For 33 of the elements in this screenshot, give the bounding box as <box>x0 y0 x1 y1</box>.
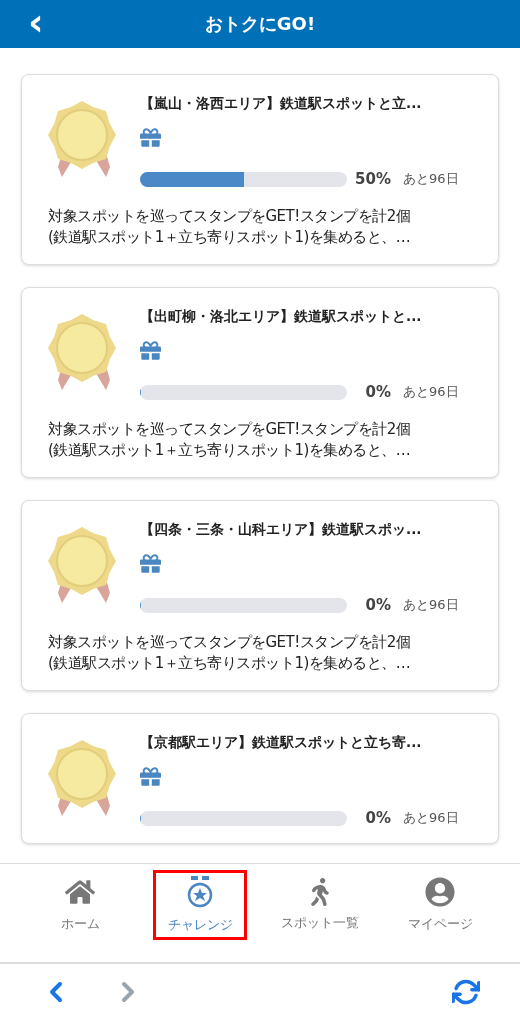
progress-percent: 50% <box>354 170 391 188</box>
challenge-description: 対象スポットを巡ってスタンプをGET!スタンプを計2個 (鉄道駅スポット1＋立ち寄りスポット1)を集めると、… <box>48 206 412 248</box>
medal-icon <box>187 876 213 908</box>
tab-item[interactable]: ホーム <box>33 870 127 940</box>
back-button[interactable]: ‹ <box>28 4 44 40</box>
progress-percent: 0% <box>364 383 391 401</box>
tab-item[interactable]: チャレンジ <box>153 870 247 940</box>
days-remaining: あと96日 <box>403 383 459 401</box>
challenge-card[interactable]: 【嵐山・洛西エリア】鉄道駅スポットと立... 50% あと96日 対象スポットを巡ってスタンプをGET!スタンプを計2個 (鉄道駅スポット1＋立ち寄りスポット1)を集めると、… <box>21 74 499 265</box>
days-remaining: あと96日 <box>403 596 459 614</box>
home-icon <box>65 877 95 907</box>
challenge-card[interactable]: 【京都駅エリア】鉄道駅スポットと立ち寄... 0% あと96日 <box>21 713 499 844</box>
days-remaining: あと96日 <box>403 170 459 188</box>
challenge-description: 対象スポットを巡ってスタンプをGET!スタンプを計2個 (鉄道駅スポット1＋立ち寄りスポット1)を集めると、… <box>48 419 412 461</box>
challenge-card[interactable]: 【出町柳・洛北エリア】鉄道駅スポットと... 0% あと96日 対象スポットを巡ってスタンプをGET!スタンプを計2個 (鉄道駅スポット1＋立ち寄りスポット1)を集めると、… <box>21 287 499 478</box>
user-icon <box>425 877 455 907</box>
reload-button[interactable] <box>452 978 480 1006</box>
tab-item[interactable]: マイページ <box>393 870 487 940</box>
gift-icon <box>140 340 161 361</box>
gift-icon <box>140 553 161 574</box>
tab-item[interactable]: スポット一覧 <box>273 870 367 940</box>
challenge-title: 【出町柳・洛北エリア】鉄道駅スポットと... <box>140 308 423 326</box>
challenge-title: 【嵐山・洛西エリア】鉄道駅スポットと立... <box>140 95 423 113</box>
challenge-description: 対象スポットを巡ってスタンプをGET!スタンプを計2個 (鉄道駅スポット1＋立ち寄りスポット1)を集めると、… <box>48 632 412 674</box>
progress-percent: 0% <box>364 809 391 827</box>
challenge-title: 【京都駅エリア】鉄道駅スポットと立ち寄... <box>140 734 423 752</box>
gift-icon <box>140 766 161 787</box>
gift-icon <box>140 127 161 148</box>
challenge-card[interactable]: 【四条・三条・山科エリア】鉄道駅スポッ... 0% あと96日 対象スポットを巡ってスタンプをGET!スタンプを計2個 (鉄道駅スポット1＋立ち寄りスポット1)を集めると、… <box>21 500 499 691</box>
challenge-title: 【四条・三条・山科エリア】鉄道駅スポッ... <box>140 521 423 539</box>
page-title: おトクにGO! <box>204 12 316 36</box>
progress-percent: 0% <box>364 596 391 614</box>
days-remaining: あと96日 <box>403 809 459 827</box>
